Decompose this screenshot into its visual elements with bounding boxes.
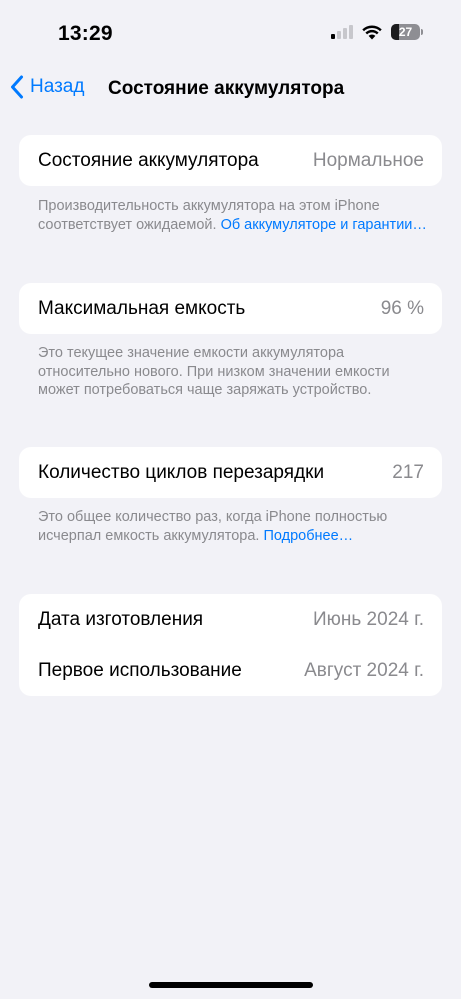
first-use-row: Первое использование Август 2024 г. bbox=[19, 645, 442, 696]
max-capacity-row: Максимальная емкость 96 % bbox=[19, 283, 442, 334]
status-bar: 13:29 27 bbox=[0, 0, 461, 60]
battery-icon: 27 bbox=[391, 24, 423, 40]
battery-health-label: Состояние аккумулятора bbox=[38, 149, 259, 171]
max-capacity-footnote: Это текущее значение емкости аккумулятор… bbox=[38, 345, 390, 398]
page-title: Состояние аккумулятора bbox=[108, 78, 345, 99]
cycle-count-row: Количество циклов перезарядки 217 bbox=[19, 447, 442, 498]
cycle-count-footnote: Это общее количество раз, когда iPhone п… bbox=[38, 508, 428, 545]
battery-fill bbox=[391, 24, 399, 40]
manufacture-date-row: Дата изготовления Июнь 2024 г. bbox=[19, 594, 442, 645]
navigation-bar: Назад Состояние аккумулятора bbox=[0, 70, 461, 110]
battery-level: 27 bbox=[398, 25, 413, 39]
back-button[interactable]: Назад bbox=[10, 75, 84, 99]
back-label: Назад bbox=[30, 76, 85, 97]
wifi-icon bbox=[362, 24, 382, 39]
cycle-count-label: Количество циклов перезарядки bbox=[38, 461, 325, 483]
cycle-count-value: 217 bbox=[392, 461, 424, 483]
chevron-left-icon bbox=[11, 75, 23, 99]
max-capacity-value: 96 % bbox=[380, 297, 424, 319]
battery-warranty-link[interactable]: Об аккумуляторе и гарантии… bbox=[221, 217, 427, 233]
battery-health-card: Состояние аккумулятора Нормальное bbox=[19, 135, 442, 186]
battery-health-footnote: Производительность аккумулятора на этом … bbox=[38, 197, 428, 234]
max-capacity-label: Максимальная емкость bbox=[38, 297, 246, 319]
first-use-value: Август 2024 г. bbox=[304, 659, 424, 681]
home-indicator[interactable] bbox=[149, 982, 313, 988]
manufacture-date-value: Июнь 2024 г. bbox=[312, 608, 424, 630]
status-time: 13:29 bbox=[58, 22, 113, 45]
dates-card: Дата изготовления Июнь 2024 г. Первое ис… bbox=[19, 594, 442, 696]
cycle-count-card: Количество циклов перезарядки 217 bbox=[19, 447, 442, 498]
battery-health-row: Состояние аккумулятора Нормальное bbox=[19, 135, 442, 186]
battery-health-value: Нормальное bbox=[312, 149, 424, 171]
max-capacity-card: Максимальная емкость 96 % bbox=[19, 283, 442, 334]
learn-more-link[interactable]: Подробнее… bbox=[263, 528, 353, 544]
cellular-signal-icon bbox=[331, 25, 353, 39]
first-use-label: Первое использование bbox=[38, 659, 242, 681]
status-icons: 27 bbox=[331, 24, 423, 40]
manufacture-date-label: Дата изготовления bbox=[38, 608, 204, 630]
